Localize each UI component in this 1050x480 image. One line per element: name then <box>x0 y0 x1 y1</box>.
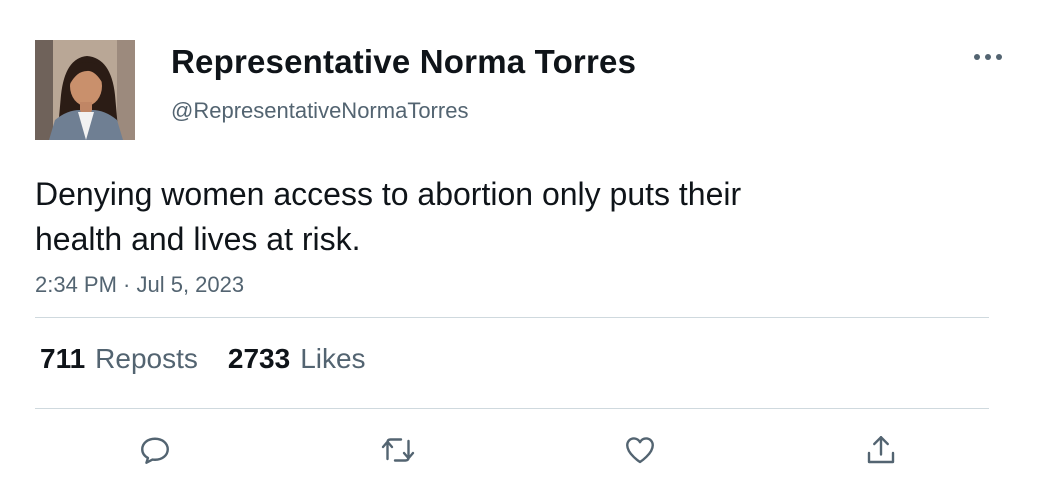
tweet-text: Denying women access to abortion only pu… <box>35 176 742 257</box>
reply-icon <box>141 437 169 464</box>
more-options-button[interactable] <box>968 40 1008 74</box>
engagement-stats: 711 Reposts 2733 Likes <box>40 343 366 377</box>
reposts-stat[interactable]: 711 Reposts <box>40 343 198 375</box>
repost-button[interactable] <box>376 428 420 472</box>
avatar[interactable] <box>35 40 135 140</box>
divider <box>35 317 989 318</box>
tweet-timestamp[interactable]: 2:34 PM · Jul 5, 2023 <box>35 272 244 298</box>
likes-stat[interactable]: 2733 Likes <box>228 343 366 375</box>
reply-button[interactable] <box>133 428 177 472</box>
divider <box>35 408 989 409</box>
reposts-label: Reposts <box>95 343 198 374</box>
repost-icon <box>381 438 415 462</box>
author-name[interactable]: Representative Norma Torres <box>171 43 636 81</box>
author-handle[interactable]: @RepresentativeNormaTorres <box>171 98 468 124</box>
more-icon <box>974 54 1002 60</box>
like-icon <box>626 437 654 464</box>
avatar-image <box>35 40 135 140</box>
like-button[interactable] <box>618 428 662 472</box>
share-icon <box>867 436 895 464</box>
share-button[interactable] <box>859 428 903 472</box>
likes-label: Likes <box>300 343 366 374</box>
reposts-count: 711 <box>40 343 86 374</box>
likes-count: 2733 <box>227 343 291 374</box>
